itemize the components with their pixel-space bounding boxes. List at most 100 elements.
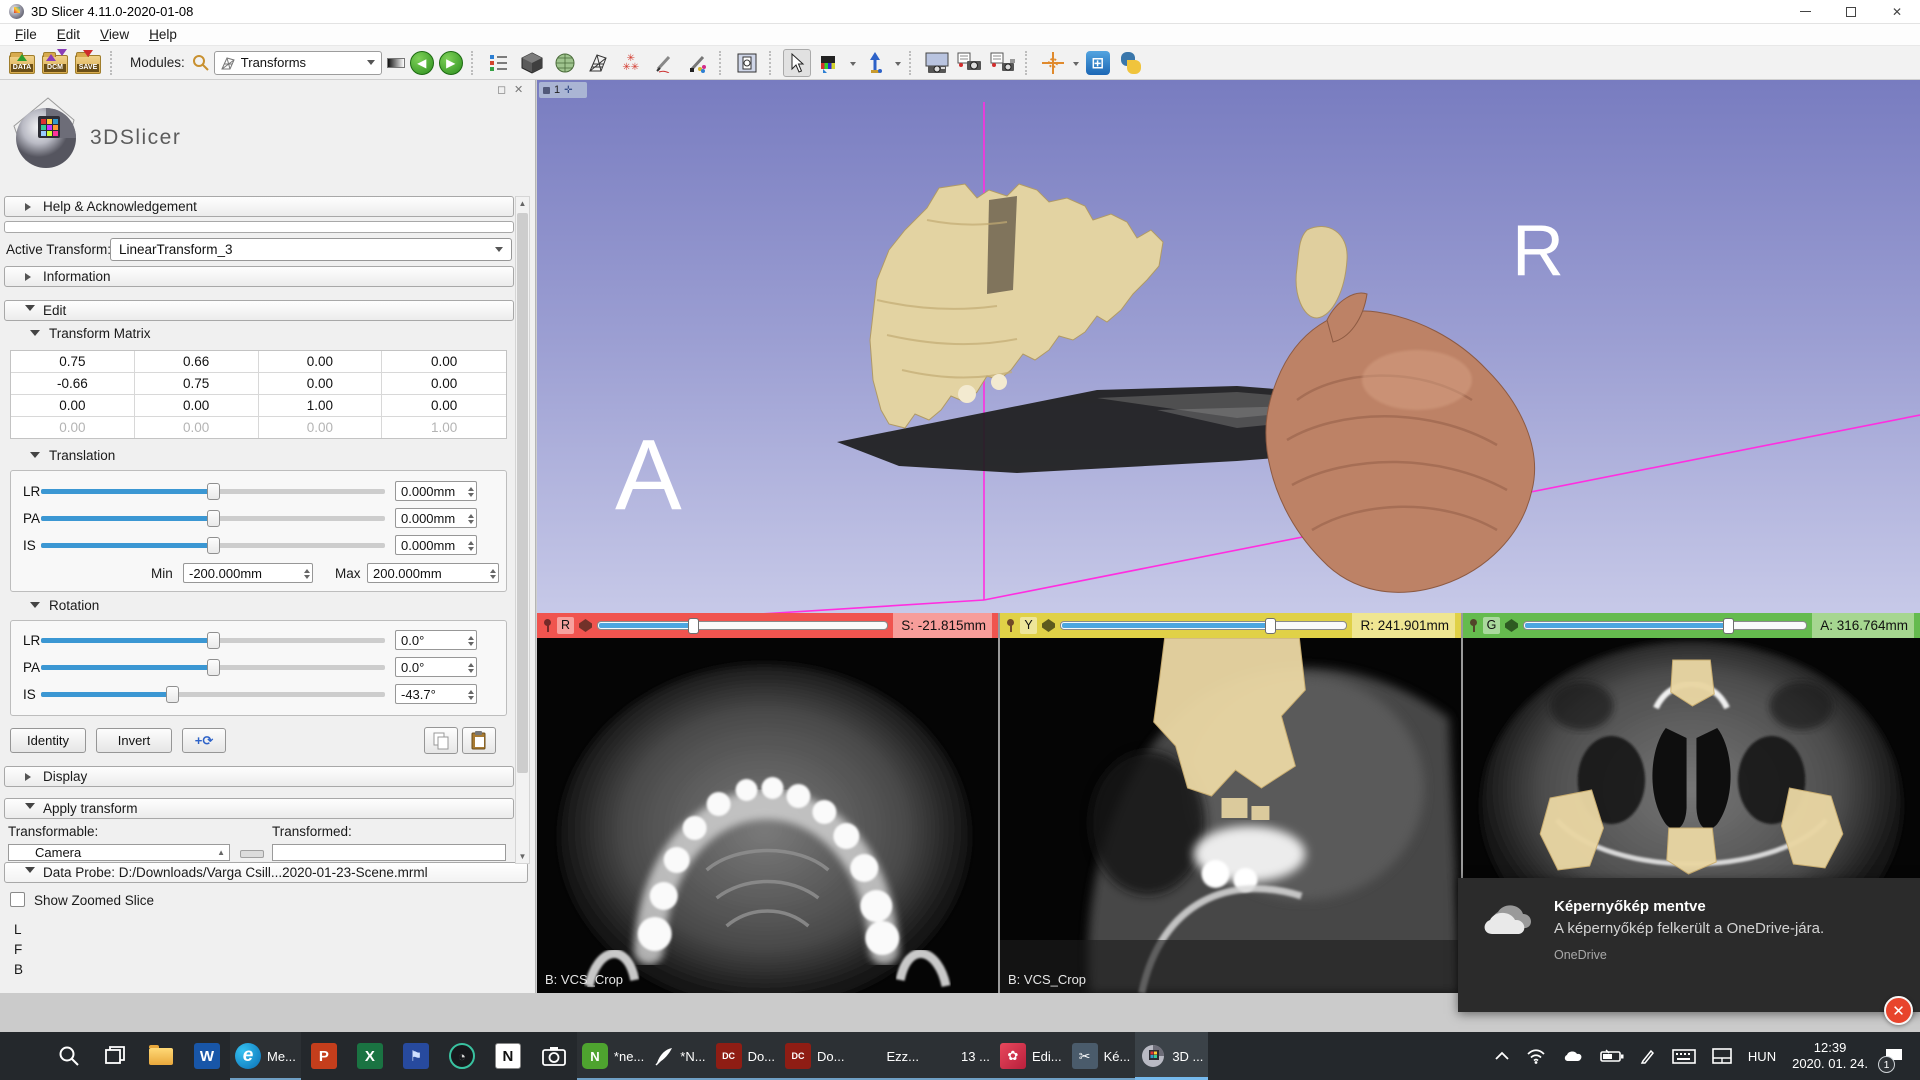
show-module-panel-button[interactable] (485, 49, 513, 77)
pin-icon[interactable] (1469, 619, 1478, 632)
translation-header[interactable]: Translation (30, 448, 115, 463)
min-value-spinbox[interactable]: -200.000mm (183, 563, 313, 583)
taskbar-item-notion[interactable] (485, 1032, 531, 1080)
translation-is-value[interactable]: 0.000mm (395, 535, 477, 555)
taskbar-start-button[interactable] (0, 1032, 46, 1080)
pin-icon[interactable] (543, 619, 552, 632)
max-value-spinbox[interactable]: 200.000mm (367, 563, 499, 583)
help-acknowledgement-section[interactable]: Help & Acknowledgement (4, 196, 514, 217)
module-back-button[interactable]: ◀ (410, 51, 434, 75)
tray-battery[interactable] (1592, 1032, 1632, 1080)
screenshot-button[interactable] (923, 49, 951, 77)
translation-lr-value[interactable]: 0.000mm (395, 481, 477, 501)
copy-button[interactable] (424, 727, 458, 754)
notification-close-badge[interactable]: ✕ (1884, 996, 1913, 1025)
python-console-button[interactable] (1117, 49, 1145, 77)
onedrive-notification[interactable]: Képernyőkép mentve A képernyőkép felkerü… (1458, 878, 1920, 1012)
slice-visibility-icon[interactable] (579, 619, 592, 632)
module-search-icon[interactable] (192, 54, 209, 71)
taskbar-item-excel[interactable] (347, 1032, 393, 1080)
apply-transform-section[interactable]: Apply transform (4, 798, 514, 819)
slice-visibility-icon[interactable] (1042, 619, 1055, 632)
tray-chevron-button[interactable] (1486, 1032, 1518, 1080)
taskbar-item-firefox[interactable]: Ezz... (850, 1032, 925, 1080)
close-button[interactable]: ✕ (1874, 0, 1920, 24)
taskbar-item-acrobat[interactable]: Do... (711, 1032, 780, 1080)
rotation-pa-value[interactable]: 0.0° (395, 657, 477, 677)
transfer-button[interactable] (240, 850, 264, 858)
transformable-list[interactable]: Camera ▲ (8, 844, 230, 861)
minimize-button[interactable] (1782, 0, 1828, 24)
view3d-controller-bar[interactable]: 1 ✛ (539, 82, 587, 98)
slice-view-yellow-sagittal[interactable]: B: VCS_Crop (1000, 638, 1461, 993)
extensions-manager-button[interactable]: ⊞ (1084, 49, 1112, 77)
tray-onedrive[interactable] (1554, 1032, 1592, 1080)
module-selector-combobox[interactable]: Transforms (214, 51, 382, 75)
taskbar-search-button[interactable] (46, 1032, 92, 1080)
slice-view-red-axial[interactable]: B: VCS_Crop (537, 638, 998, 993)
taskbar-item-flag-app[interactable] (393, 1032, 439, 1080)
tray-tablet-mode[interactable] (1704, 1032, 1740, 1080)
window-level-button[interactable] (816, 49, 844, 77)
load-data-button[interactable]: DATA (8, 49, 36, 77)
menu-file[interactable]: File (6, 25, 46, 44)
slice-bar-red[interactable]: R S: -21.815mm (537, 613, 998, 638)
menu-edit[interactable]: Edit (48, 25, 89, 44)
load-dicom-button[interactable]: DCM (41, 49, 69, 77)
tray-clock[interactable]: 12:39 2020. 01. 24. (1784, 1032, 1876, 1080)
scroll-up-icon[interactable]: ▲ (516, 199, 529, 208)
taskbar-item-pen-app[interactable]: *N... (649, 1032, 710, 1080)
scroll-down-icon[interactable]: ▼ (516, 852, 529, 861)
taskbar-item-photos[interactable]: Edi... (995, 1032, 1067, 1080)
transformed-list[interactable] (272, 844, 506, 861)
fiducials-button[interactable]: ✳✳✳ (617, 49, 645, 77)
rotation-header[interactable]: Rotation (30, 598, 99, 613)
taskbar-item-notepad[interactable]: *ne... (577, 1032, 649, 1080)
edit-section[interactable]: Edit (4, 300, 514, 321)
taskbar-item-camera-app[interactable] (531, 1032, 577, 1080)
slice-offset-slider-yellow[interactable] (1060, 618, 1347, 634)
taskbar-item-tracker-app[interactable] (439, 1032, 485, 1080)
transforms-button[interactable] (584, 49, 612, 77)
data-probe-section[interactable]: Data Probe: D:/Downloads/Varga Csill...2… (4, 862, 528, 883)
translation-is-slider[interactable] (41, 535, 385, 555)
transform-matrix-header[interactable]: Transform Matrix (30, 326, 151, 341)
taskbar-item-snip[interactable]: Ké... (1067, 1032, 1136, 1080)
rotation-is-value[interactable]: -43.7° (395, 684, 477, 704)
slice-letter-badge[interactable]: R (557, 617, 574, 634)
translation-pa-slider[interactable] (41, 508, 385, 528)
models-button[interactable] (551, 49, 579, 77)
rotation-lr-value[interactable]: 0.0° (395, 630, 477, 650)
module-history-icon[interactable] (387, 58, 405, 68)
slice-visibility-icon[interactable] (1505, 619, 1518, 632)
list-item[interactable]: Camera (35, 845, 81, 860)
action-center-button[interactable]: 1 (1876, 1032, 1916, 1080)
show-zoomed-slice-checkbox[interactable] (10, 892, 25, 907)
identity-button[interactable]: Identity (10, 728, 86, 753)
menu-help[interactable]: Help (140, 25, 186, 44)
save-button[interactable]: SAVE (74, 49, 102, 77)
slice-offset-slider-red[interactable] (597, 618, 888, 634)
place-markup-button[interactable] (861, 49, 889, 77)
translation-lr-slider[interactable] (41, 481, 385, 501)
menu-view[interactable]: View (91, 25, 138, 44)
slice-letter-badge[interactable]: G (1483, 617, 1500, 634)
display-section[interactable]: Display (4, 766, 514, 787)
taskbar-item-file-explorer[interactable] (138, 1032, 184, 1080)
markups-button[interactable] (683, 49, 711, 77)
chevron-down-icon[interactable] (850, 62, 856, 69)
panel-scrollbar[interactable]: ▲ ▼ (515, 196, 530, 864)
invert-button[interactable]: Invert (96, 728, 172, 753)
scroll-up-icon[interactable]: ▲ (217, 848, 225, 857)
tray-pen[interactable] (1632, 1032, 1664, 1080)
mouse-interaction-button[interactable] (783, 49, 811, 77)
scrollbar-thumb[interactable] (517, 213, 528, 773)
module-forward-button[interactable]: ▶ (439, 51, 463, 75)
rotation-pa-slider[interactable] (41, 657, 385, 677)
taskbar-task-view-button[interactable] (92, 1032, 138, 1080)
tray-language[interactable]: HUN (1740, 1032, 1784, 1080)
slice-bar-green[interactable]: G A: 316.764mm (1463, 613, 1920, 638)
active-transform-combobox[interactable]: LinearTransform_3 (110, 238, 512, 261)
rotation-lr-slider[interactable] (41, 630, 385, 650)
slice-bar-yellow[interactable]: Y R: 241.901mm (1000, 613, 1461, 638)
